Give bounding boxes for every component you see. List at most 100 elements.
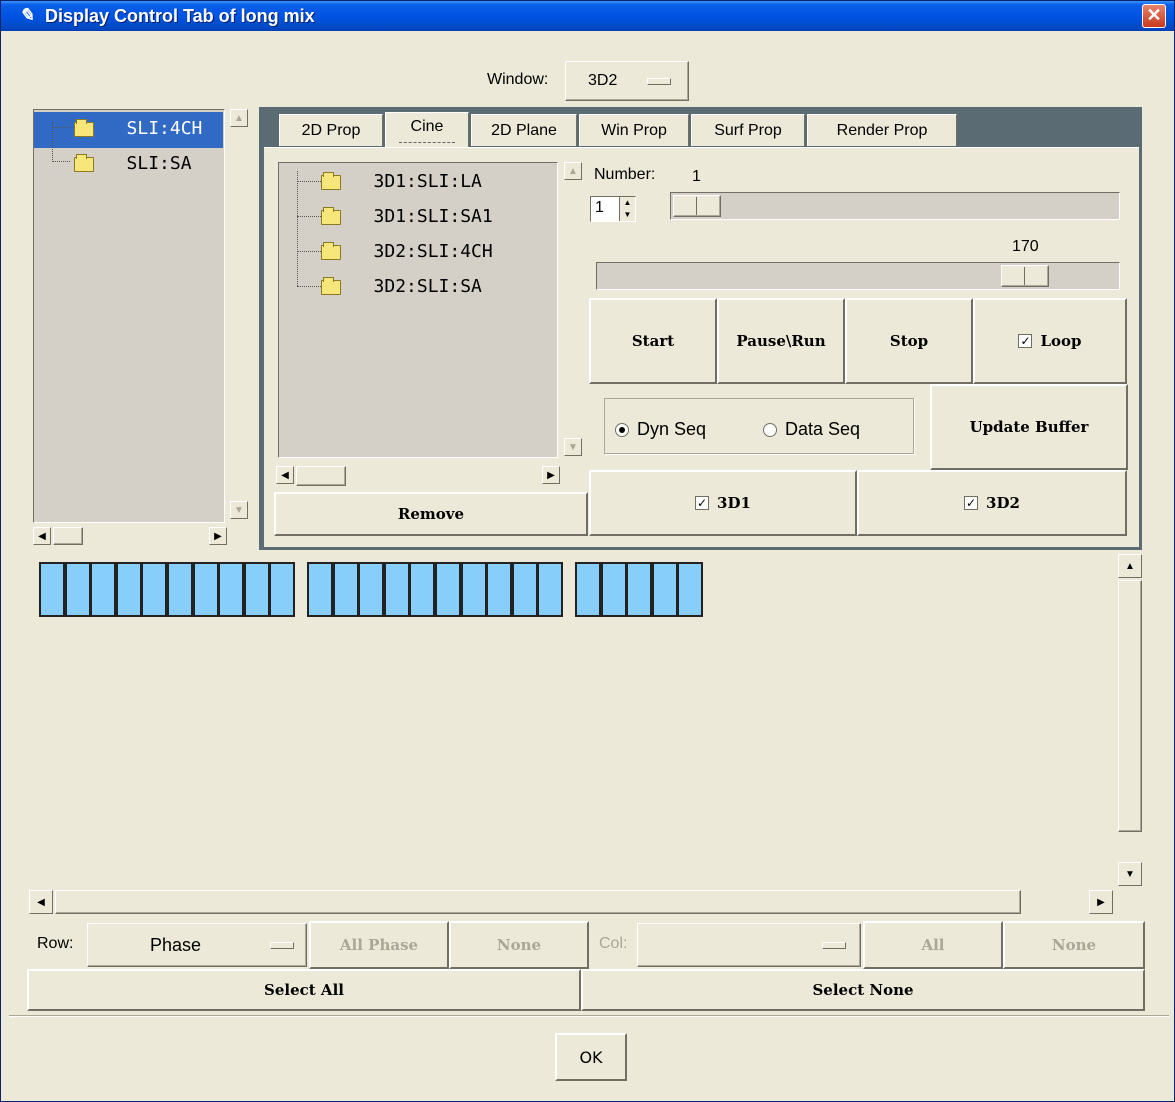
- phase-cell[interactable]: [677, 562, 703, 617]
- data-seq-radio[interactable]: Data Seq: [763, 419, 860, 440]
- scroll-down-icon[interactable]: ▼: [1118, 862, 1142, 886]
- tab-2d-prop[interactable]: 2D Prop: [279, 114, 383, 146]
- scroll-thumb[interactable]: [296, 466, 346, 486]
- phase-cell[interactable]: [358, 562, 384, 617]
- cine-tree-vscroll[interactable]: ▲ ▼: [564, 162, 584, 458]
- phase-cell[interactable]: [409, 562, 435, 617]
- slider-thumb[interactable]: [1001, 265, 1049, 287]
- phase-cell[interactable]: [384, 562, 410, 617]
- dialog-window: ✎ Display Control Tab of long mix ✕ Wind…: [0, 0, 1175, 1102]
- scroll-left-icon[interactable]: ◀: [276, 466, 294, 484]
- phase-cell[interactable]: [39, 562, 65, 617]
- col-select[interactable]: [637, 923, 861, 967]
- dropdown-indicator-icon: [647, 77, 672, 85]
- phase-cell[interactable]: [193, 562, 219, 617]
- scroll-right-icon[interactable]: ▶: [542, 466, 560, 484]
- cine-tree-item[interactable]: 3D2:SLI:SA: [321, 276, 482, 297]
- tree-line: [297, 251, 321, 252]
- scroll-left-icon[interactable]: ◀: [33, 527, 51, 545]
- scroll-thumb[interactable]: [1118, 580, 1142, 832]
- tab-2d-plane[interactable]: 2D Plane: [471, 114, 577, 146]
- close-button[interactable]: ✕: [1142, 4, 1166, 28]
- number-slider[interactable]: [670, 192, 1120, 220]
- tab-cine[interactable]: Cine: [385, 112, 469, 148]
- row-select[interactable]: Phase: [87, 923, 307, 967]
- tab-cine-label: Cine: [398, 118, 456, 143]
- phase-cell[interactable]: [601, 562, 627, 617]
- row-none-button[interactable]: None: [449, 921, 589, 969]
- dyn-seq-radio[interactable]: Dyn Seq: [615, 419, 706, 440]
- phase-cell[interactable]: [116, 562, 142, 617]
- cine-tree-hscroll[interactable]: ◀ ▶: [276, 466, 562, 488]
- phase-cell[interactable]: [141, 562, 167, 617]
- close-icon: ✕: [1146, 5, 1162, 25]
- phase-cell[interactable]: [537, 562, 563, 617]
- separator: [9, 1015, 1169, 1017]
- col-all-button[interactable]: All: [863, 921, 1003, 969]
- phase-cell[interactable]: [244, 562, 270, 617]
- phase-cell[interactable]: [626, 562, 652, 617]
- speed-slider[interactable]: [596, 262, 1120, 290]
- scroll-up-icon[interactable]: ▲: [230, 109, 248, 127]
- left-tree-item[interactable]: SLI:4CH: [74, 118, 202, 139]
- phase-cell[interactable]: [218, 562, 244, 617]
- left-tree-hscroll[interactable]: ◀ ▶: [33, 527, 229, 547]
- phase-cell[interactable]: [435, 562, 461, 617]
- tab-surf-prop[interactable]: Surf Prop: [691, 114, 805, 146]
- scroll-thumb[interactable]: [55, 890, 1021, 914]
- slider-thumb[interactable]: [673, 195, 721, 217]
- col-none-button[interactable]: None: [1003, 921, 1145, 969]
- phase-cell[interactable]: [307, 562, 333, 617]
- remove-button[interactable]: Remove: [274, 492, 588, 536]
- phase-cell[interactable]: [575, 562, 601, 617]
- speed-value-display: 170: [1012, 238, 1039, 255]
- pause-run-button[interactable]: Pause\Run: [717, 298, 845, 384]
- select-none-button[interactable]: Select None: [581, 969, 1145, 1011]
- scroll-down-icon[interactable]: ▼: [230, 501, 248, 519]
- phase-cell[interactable]: [167, 562, 193, 617]
- phase-cell[interactable]: [269, 562, 295, 617]
- update-buffer-button[interactable]: Update Buffer: [930, 384, 1128, 470]
- select-all-button[interactable]: Select All: [27, 969, 581, 1011]
- scroll-up-icon[interactable]: ▲: [564, 162, 582, 180]
- spinner-arrows-icon[interactable]: ▲ ▼: [619, 197, 635, 221]
- phase-cell[interactable]: [512, 562, 538, 617]
- phase-cell[interactable]: [652, 562, 678, 617]
- scroll-right-icon[interactable]: ▶: [1089, 890, 1113, 914]
- title-bar[interactable]: ✎ Display Control Tab of long mix ✕: [1, 1, 1174, 31]
- start-button[interactable]: Start: [589, 298, 717, 384]
- scroll-left-icon[interactable]: ◀: [29, 890, 53, 914]
- scroll-down-icon[interactable]: ▼: [564, 438, 582, 456]
- phase-cell[interactable]: [333, 562, 359, 617]
- check-icon: ✓: [695, 496, 710, 510]
- phase-cell[interactable]: [486, 562, 512, 617]
- tree-line: [297, 216, 321, 217]
- window-label: Window:: [487, 71, 549, 88]
- all-phase-button[interactable]: All Phase: [309, 921, 449, 969]
- scroll-thumb[interactable]: [53, 527, 83, 545]
- cine-tree-item[interactable]: 3D2:SLI:4CH: [321, 241, 493, 262]
- phase-cell[interactable]: [90, 562, 116, 617]
- window-select[interactable]: 3D2: [565, 61, 689, 101]
- ok-button[interactable]: OK: [555, 1033, 627, 1081]
- grid-vscroll[interactable]: ▲ ▼: [1116, 554, 1144, 888]
- cine-tree-view[interactable]: 3D1:SLI:LA 3D1:SLI:SA1 3D2:SLI:4CH 3D2:S…: [278, 162, 558, 458]
- 3d1-checkbox[interactable]: ✓ 3D1: [589, 470, 857, 536]
- 3d1-label: 3D1: [717, 494, 751, 512]
- grid-hscroll[interactable]: ◀ ▶: [29, 890, 1115, 916]
- scroll-right-icon[interactable]: ▶: [209, 527, 227, 545]
- loop-checkbox[interactable]: ✓ Loop: [973, 298, 1127, 384]
- number-spinbox[interactable]: 1 ▲ ▼: [590, 196, 636, 222]
- stop-button[interactable]: Stop: [845, 298, 973, 384]
- cine-tree-item[interactable]: 3D1:SLI:LA: [321, 171, 482, 192]
- left-tree-view[interactable]: SLI:4CH SLI:SA: [33, 109, 225, 523]
- tab-render-prop[interactable]: Render Prop: [807, 114, 957, 146]
- left-tree-item[interactable]: SLI:SA: [74, 153, 192, 174]
- phase-cell[interactable]: [65, 562, 91, 617]
- left-tree-vscroll[interactable]: ▲ ▼: [230, 109, 250, 523]
- tab-win-prop[interactable]: Win Prop: [579, 114, 689, 146]
- cine-tree-item[interactable]: 3D1:SLI:SA1: [321, 206, 493, 227]
- phase-cell[interactable]: [461, 562, 487, 617]
- scroll-up-icon[interactable]: ▲: [1118, 554, 1142, 578]
- 3d2-checkbox[interactable]: ✓ 3D2: [857, 470, 1127, 536]
